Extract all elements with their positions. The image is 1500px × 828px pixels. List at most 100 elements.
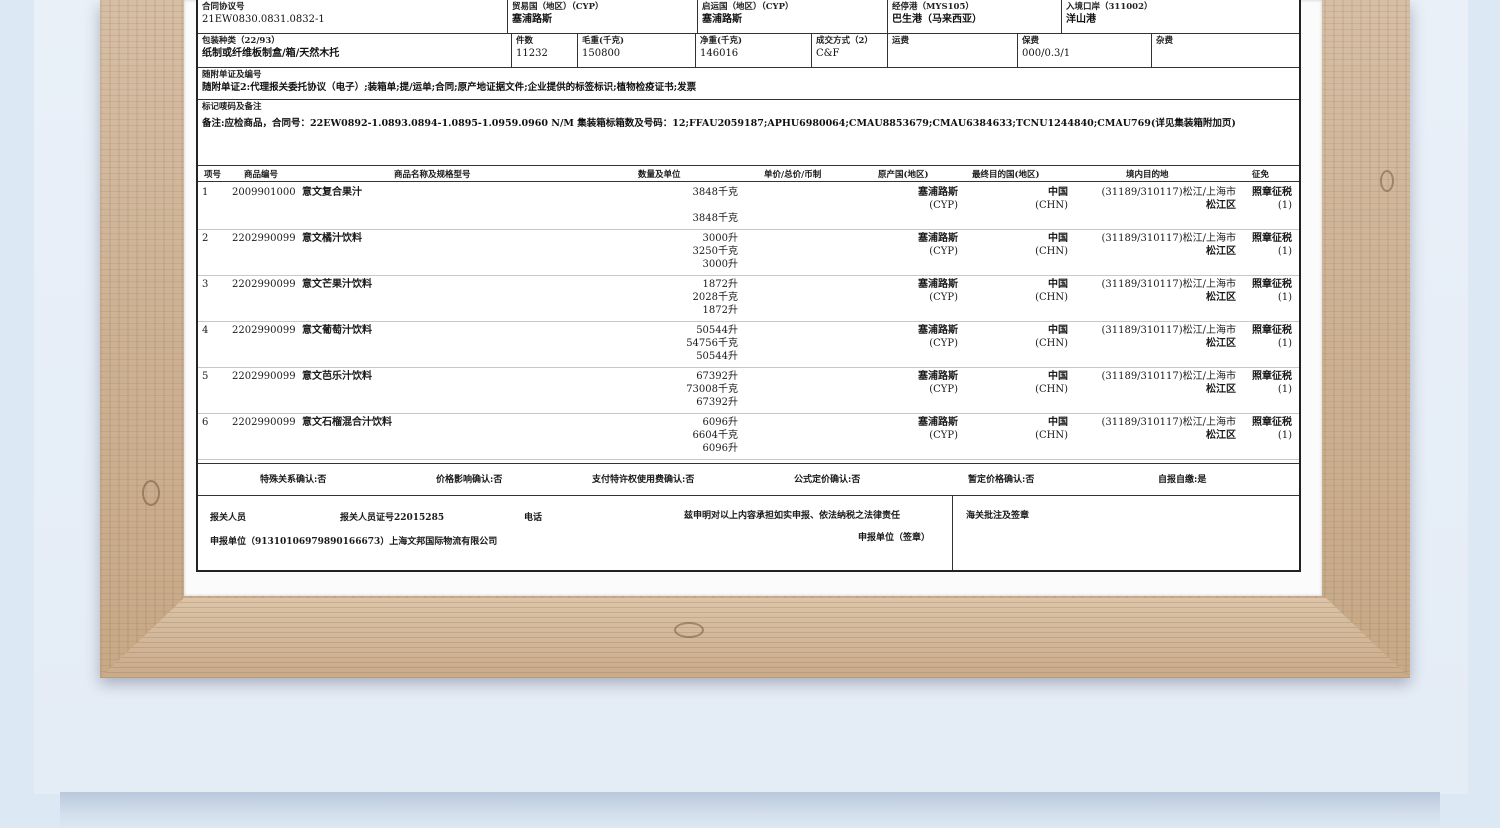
item-no: 1 (202, 187, 209, 198)
item-qty-3: 3848千克 (692, 213, 738, 224)
item-origin-code: (CYP) (929, 200, 958, 211)
transaction-mode-value: C&F (816, 48, 840, 59)
transit-port-value: 巴生港（马来西亚） (892, 14, 982, 25)
item-dest: 中国 (1048, 325, 1068, 336)
item-dest-code: (CHN) (1035, 430, 1068, 441)
insurance-cell: 保费 000/0.3/1 (1018, 34, 1152, 67)
net-weight-label: 净重(千克) (700, 36, 743, 46)
item-domestic: (31189/310117)松江/上海市 (1101, 187, 1236, 198)
item-domestic-district: 松江区 (1206, 384, 1236, 395)
item-origin-code: (CYP) (929, 246, 958, 257)
table-row: 4 2202990099 意文葡萄汁饮料 50544升 54756千克 50544升 塞浦路… (198, 322, 1299, 368)
item-domestic: (31189/310117)松江/上海市 (1101, 371, 1236, 382)
insurance-label: 保费 (1022, 36, 1040, 46)
background-shadow (60, 792, 1440, 828)
transit-port-label: 经停港（MYS105） (892, 2, 974, 12)
item-tax-code: (1) (1277, 292, 1292, 303)
pieces-cell: 件数 11232 (512, 34, 578, 67)
gross-weight-label: 毛重(千克) (582, 36, 625, 46)
applicant-seal-label: 申报单位（签章） (858, 533, 931, 543)
item-qty-2: 3250千克 (692, 246, 738, 257)
footer-divider (952, 496, 953, 570)
declarant-label: 报关人员 (210, 513, 247, 523)
table-row: 2 2202990099 意文橘汁饮料 3000升 3250千克 3000升 塞浦路斯 (CY… (198, 230, 1299, 276)
item-qty-1: 6096升 (702, 417, 738, 428)
item-tax-code: (1) (1277, 246, 1292, 257)
frame-bottom-rail (100, 598, 1410, 678)
confirm-formula-pricing: 公式定价确认:否 (794, 475, 861, 485)
item-qty-1: 3000升 (702, 233, 738, 244)
item-code: 2202990099 (232, 371, 296, 382)
attached-docs-value: 随附单证2:代理报关委托协议（电子）;装箱单;提/运单;合同;原产地证据文件;企… (202, 82, 697, 93)
wood-knot (142, 480, 160, 506)
item-code: 2202990099 (232, 325, 296, 336)
item-origin-code: (CYP) (929, 292, 958, 303)
item-domestic-district: 松江区 (1206, 292, 1236, 303)
trade-country-cell: 贸易国（地区）（CYP） 塞浦路斯 (508, 0, 698, 33)
item-origin-code: (CYP) (929, 430, 958, 441)
confirm-self-declare: 自报自缴:是 (1158, 475, 1207, 485)
item-qty-3: 67392升 (696, 397, 738, 408)
item-tax: 照章征税 (1252, 279, 1292, 290)
item-tax-code: (1) (1277, 430, 1292, 441)
item-dest-code: (CHN) (1035, 338, 1068, 349)
applicant-name: 申报单位（91310106979890166673）上海文邦国际物流有限公司 (210, 537, 498, 547)
item-no: 2 (202, 233, 209, 244)
col-header-origin: 原产国(地区) (878, 170, 929, 180)
transaction-mode-cell: 成交方式（2） C&F (812, 34, 888, 67)
item-no: 3 (202, 279, 209, 290)
entry-port-cell: 入境口岸（311002） 洋山港 (1062, 0, 1301, 33)
contract-no-value: 21EW0830.0831.0832-1 (202, 14, 325, 25)
contract-no-cell: 合同协议号 21EW0830.0831.0832-1 (198, 0, 508, 33)
item-tax-code: (1) (1277, 384, 1292, 395)
item-qty-3: 50544升 (696, 351, 738, 362)
item-tax-code: (1) (1277, 200, 1292, 211)
header-divider (198, 181, 1299, 182)
item-name: 意文葡萄汁饮料 (302, 325, 372, 336)
item-domestic-district: 松江区 (1206, 430, 1236, 441)
col-header-code: 商品编号 (244, 170, 279, 180)
header-row-2: 包装种类（22/93） 纸制或纤维板制盒/箱/天然木托 件数 11232 毛重(… (198, 34, 1299, 68)
item-code: 2202990099 (232, 279, 296, 290)
col-header-domestic: 境内目的地 (1126, 170, 1169, 180)
item-name: 意文复合果汁 (302, 187, 362, 198)
item-qty-1: 67392升 (696, 371, 738, 382)
origin-country-value: 塞浦路斯 (702, 14, 742, 25)
item-dest: 中国 (1048, 233, 1068, 244)
item-code: 2009901000 (232, 187, 296, 198)
phone-label: 电话 (524, 513, 543, 523)
pieces-label: 件数 (516, 36, 534, 46)
table-row: 1 2009901000 意文复合果汁 3848千克 3848千克 塞浦路斯 (CYP) 中国… (198, 184, 1299, 230)
attached-docs-label: 随附单证及编号 (202, 70, 262, 80)
entry-port-label: 入境口岸（311002） (1066, 2, 1153, 12)
attached-docs-cell: 随附单证及编号 随附单证2:代理报关委托协议（电子）;装箱单;提/运单;合同;原… (198, 68, 1299, 99)
item-origin-code: (CYP) (929, 338, 958, 349)
col-header-name: 商品名称及规格型号 (394, 170, 471, 180)
col-header-dest: 最终目的国(地区) (972, 170, 1040, 180)
entry-port-value: 洋山港 (1066, 14, 1096, 25)
item-origin: 塞浦路斯 (918, 187, 958, 198)
item-dest-code: (CHN) (1035, 384, 1068, 395)
item-qty-2: 54756千克 (686, 338, 738, 349)
misc-cell: 杂费 (1152, 34, 1301, 67)
item-no: 5 (202, 371, 209, 382)
item-domestic: (31189/310117)松江/上海市 (1101, 417, 1236, 428)
transaction-mode-label: 成交方式（2） (816, 36, 873, 46)
item-domestic-district: 松江区 (1206, 200, 1236, 211)
item-tax: 照章征税 (1252, 325, 1292, 336)
origin-country-label: 启运国（地区）（CYP） (702, 2, 794, 12)
item-qty-2: 6604千克 (692, 430, 738, 441)
item-origin-code: (CYP) (929, 384, 958, 395)
col-header-no: 项号 (204, 170, 222, 180)
table-row: 5 2202990099 意文芭乐汁饮料 67392升 73008千克 67392升 塞浦路… (198, 368, 1299, 414)
gross-weight-value: 150800 (582, 48, 621, 59)
item-origin: 塞浦路斯 (918, 371, 958, 382)
net-weight-value: 146016 (700, 48, 739, 59)
item-domestic-district: 松江区 (1206, 246, 1236, 257)
customs-declaration-document: 合同协议号 21EW0830.0831.0832-1 贸易国（地区）（CYP） … (196, 0, 1301, 572)
item-origin: 塞浦路斯 (918, 325, 958, 336)
item-name: 意文芭乐汁饮料 (302, 371, 372, 382)
freight-label: 运费 (892, 36, 910, 46)
item-dest: 中国 (1048, 417, 1068, 428)
confirm-special-relation: 特殊关系确认:否 (260, 475, 327, 485)
